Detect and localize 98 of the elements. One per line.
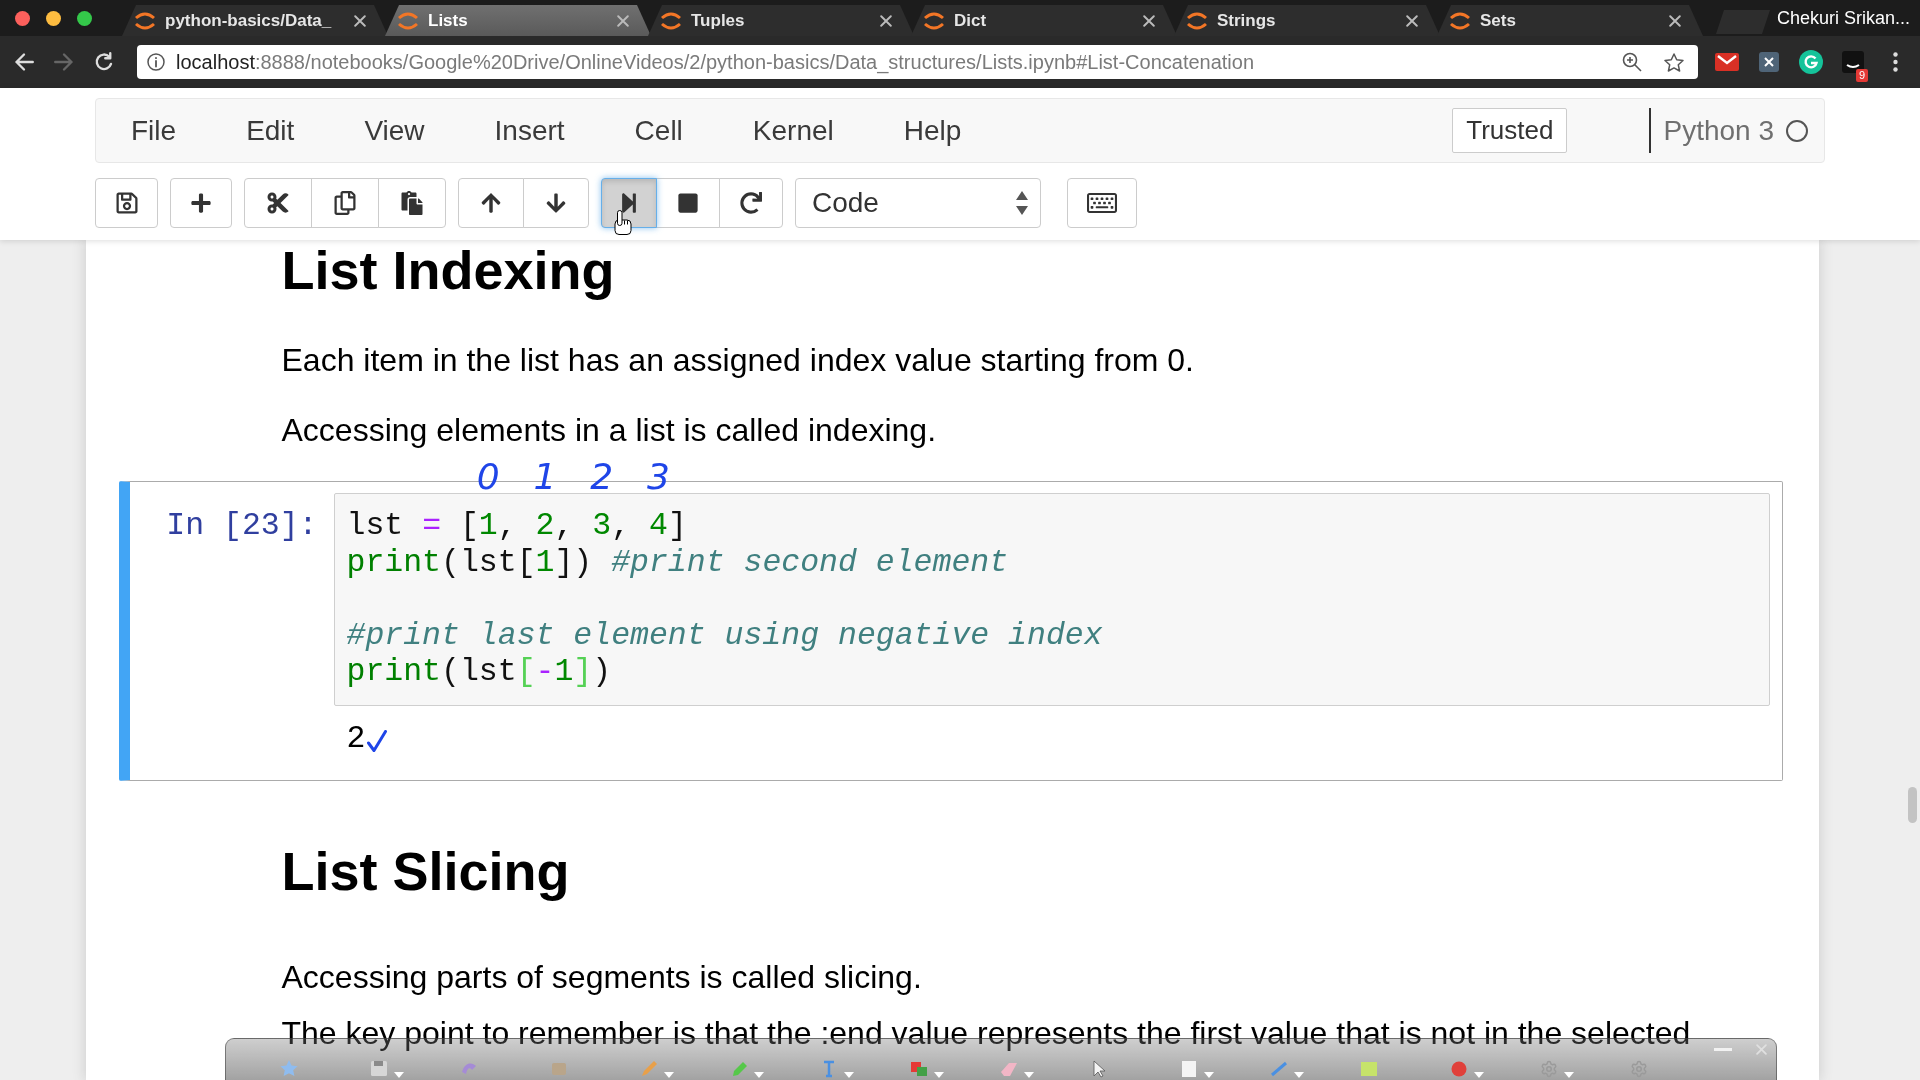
menu-item[interactable]: Edit — [211, 114, 330, 147]
notification-badge: 9 — [1855, 69, 1868, 82]
close-icon[interactable] — [1143, 14, 1155, 27]
arcs-logo-icon — [397, 10, 419, 31]
copy-button[interactable] — [311, 178, 379, 228]
insert-cell-button[interactable] — [170, 178, 232, 228]
arcs-logo-icon — [660, 10, 682, 31]
circle-logo-icon[interactable] — [1799, 50, 1823, 74]
arcs-logo-icon — [134, 10, 156, 31]
address-field[interactable]: localhost:8888/notebooks/Google%20Drive/OnlineVideos/2/python-basics/Data_structures/Lists.ipynb#List-Concatenation — [137, 45, 1698, 79]
profile-name[interactable]: Chekuri Srikan... — [1776, 7, 1920, 29]
caret-icon[interactable] — [1294, 1072, 1304, 1078]
browser-tab[interactable]: Dict — [911, 5, 1177, 36]
caret-icon[interactable] — [934, 1072, 944, 1078]
window-minimize-button[interactable] — [46, 10, 61, 26]
arcs-logo-icon — [1449, 10, 1471, 31]
paragraph-text: Each item in the list has an assigned index value starting from 0. — [281, 341, 1194, 380]
shapes-icon[interactable] — [910, 1060, 928, 1078]
cut-button[interactable] — [244, 178, 312, 228]
record-dot-icon[interactable] — [1450, 1060, 1468, 1078]
menu-item[interactable]: View — [329, 114, 460, 147]
scrollbar-thumb[interactable] — [1907, 787, 1917, 823]
caret-icon[interactable] — [1564, 1072, 1574, 1078]
arrow-down-icon — [545, 192, 567, 214]
close-icon[interactable] — [1669, 14, 1681, 27]
tile-icon[interactable] — [1842, 51, 1864, 73]
check-mark-icon — [366, 730, 387, 752]
star-icon[interactable] — [1664, 52, 1684, 72]
menu-item[interactable]: Cell — [599, 114, 718, 147]
browser-tab[interactable]: Sets — [1437, 5, 1703, 36]
move-down-button[interactable] — [523, 178, 589, 228]
run-button[interactable] — [601, 178, 657, 228]
caret-icon[interactable] — [1474, 1072, 1484, 1078]
back-arrow-icon[interactable] — [14, 52, 34, 72]
plus-icon — [190, 192, 212, 214]
window-close-button[interactable] — [15, 10, 30, 26]
stop-button[interactable] — [656, 178, 720, 228]
close-icon[interactable] — [1406, 14, 1418, 27]
section-heading: List Indexing — [281, 240, 615, 300]
info-icon[interactable] — [147, 53, 165, 71]
trusted-button[interactable]: Trusted — [1452, 108, 1568, 153]
close-icon[interactable] — [617, 14, 629, 27]
paste-button[interactable] — [378, 178, 446, 228]
clipboard-icon — [400, 191, 424, 215]
cell-type-select[interactable]: Code — [795, 178, 1041, 228]
caret-icon[interactable] — [1204, 1072, 1214, 1078]
up-down-arrows-icon — [1016, 191, 1028, 215]
save-button[interactable] — [95, 178, 158, 228]
star-icon[interactable] — [280, 1060, 298, 1078]
window-zoom-button[interactable] — [77, 10, 92, 26]
arrow-pointer-icon[interactable] — [1090, 1060, 1108, 1078]
output-text: 2 — [346, 720, 366, 758]
stop-square-icon — [677, 192, 699, 214]
code-line: #print last element using negative index — [346, 617, 1103, 655]
hand-cursor-icon — [614, 210, 632, 235]
forward-arrow-icon[interactable] — [54, 52, 74, 72]
x-square-icon[interactable] — [1759, 52, 1779, 72]
circular-arrow-icon — [740, 192, 762, 214]
arrow-up-icon — [480, 192, 502, 214]
more-menu-icon[interactable] — [1892, 52, 1898, 72]
menu-item[interactable]: Kernel — [717, 114, 869, 147]
browser-tab[interactable]: python-basics/Data_ — [122, 5, 388, 36]
code-editor[interactable]: lst = [1, 2, 3, 4] print(lst[1]) #print second element #print last element using negative index print(lst[-1]) — [333, 493, 1770, 706]
kernel-name: Python 3 — [1663, 114, 1774, 147]
mail-icon[interactable] — [1715, 53, 1739, 71]
section-heading: List Slicing — [281, 840, 570, 901]
caret-icon[interactable] — [664, 1072, 674, 1078]
line-tool-icon[interactable] — [1270, 1060, 1288, 1078]
menu-item[interactable]: Help — [868, 114, 997, 147]
caret-icon[interactable] — [1024, 1072, 1034, 1078]
sticky-note-icon[interactable] — [1360, 1060, 1378, 1078]
zoom-in-icon[interactable] — [1622, 52, 1642, 72]
restart-button[interactable] — [719, 178, 783, 228]
menu-item[interactable]: Insert — [459, 114, 600, 147]
menu-item[interactable]: File — [96, 114, 212, 147]
move-up-button[interactable] — [458, 178, 524, 228]
reload-icon[interactable] — [94, 52, 114, 72]
marker-icon[interactable] — [730, 1060, 748, 1078]
code-line: print(lst[1]) #print second element — [346, 544, 1009, 582]
caret-icon[interactable] — [394, 1072, 404, 1078]
close-icon[interactable] — [880, 14, 892, 27]
code-line: lst = [1, 2, 3, 4] — [346, 508, 687, 545]
blank-page-icon[interactable] — [1180, 1060, 1198, 1078]
paragraph-text: Accessing elements in a list is called indexing. — [281, 411, 937, 450]
arcs-logo-icon — [923, 10, 945, 31]
caret-icon[interactable] — [844, 1072, 854, 1078]
paragraph-text: Accessing parts of segments is called slicing. — [281, 957, 922, 997]
close-icon[interactable] — [354, 14, 366, 27]
browser-tab[interactable]: Strings — [1174, 5, 1440, 36]
input-prompt: In [23]: — [165, 507, 319, 545]
scissors-icon — [266, 191, 290, 215]
browser-tab[interactable]: Lists — [385, 5, 651, 36]
keyboard-button[interactable] — [1067, 178, 1137, 228]
browser-tab[interactable]: Tuples — [648, 5, 914, 36]
caret-icon[interactable] — [754, 1072, 764, 1078]
arcs-logo-icon — [1186, 10, 1208, 31]
code-line: print(lst[-1]) — [346, 654, 612, 691]
copy-icon — [333, 191, 357, 215]
